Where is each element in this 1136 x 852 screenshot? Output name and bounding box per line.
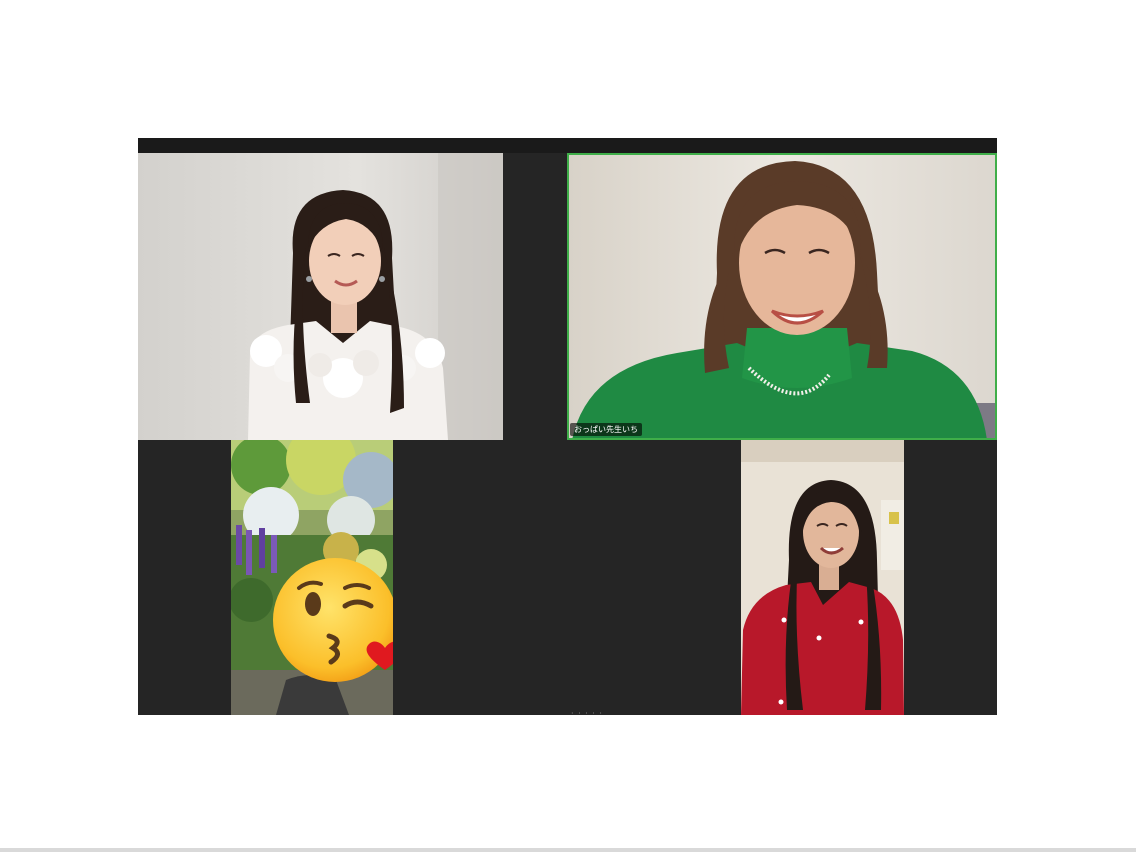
participant-video-tile-3[interactable] <box>231 440 393 715</box>
participant-4-video <box>741 440 904 715</box>
participant-2-video <box>567 153 997 440</box>
meeting-top-bar <box>138 138 997 153</box>
participant-video-tile-1[interactable] <box>138 153 503 440</box>
page-bottom-divider <box>0 848 1136 852</box>
participant-name-label: おっぱい先生いち <box>570 423 642 436</box>
gallery-page-indicator: · · · · · <box>571 709 603 715</box>
participant-video-tile-4[interactable] <box>741 440 904 715</box>
participant-video-tile-2[interactable]: おっぱい先生いち <box>567 153 997 440</box>
video-meeting-gallery: おっぱい先生いち · · · · · <box>138 138 997 715</box>
face-blowing-kiss-emoji-icon <box>273 558 393 682</box>
participant-1-video <box>138 153 503 440</box>
